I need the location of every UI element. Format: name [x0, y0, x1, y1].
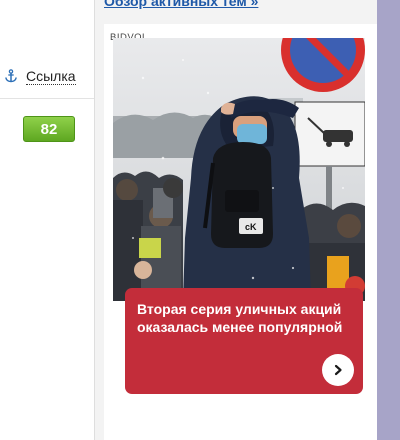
chevron-right-icon — [334, 364, 342, 376]
arrow-button[interactable] — [322, 354, 354, 386]
ad-headline[interactable]: Вторая серия уличных акций оказалась мен… — [137, 300, 347, 336]
anchor-icon — [5, 69, 17, 83]
svg-text:cK: cK — [245, 222, 257, 232]
ad-card[interactable]: BIDVOL cK Вторая серия уличных акций ока… — [104, 24, 377, 440]
count-badge[interactable]: 82 — [23, 116, 75, 142]
link-label[interactable]: Ссылка — [26, 68, 76, 85]
ad-photo[interactable]: cK — [113, 38, 365, 301]
headline-box[interactable]: Вторая серия уличных акций оказалась мен… — [125, 288, 363, 394]
link-row[interactable]: Ссылка — [4, 66, 76, 86]
right-side-strip — [377, 0, 400, 440]
active-topics-link[interactable]: Обзор активных тем » — [104, 0, 258, 9]
left-column: Ссылка 82 — [0, 0, 95, 440]
divider — [0, 98, 94, 99]
